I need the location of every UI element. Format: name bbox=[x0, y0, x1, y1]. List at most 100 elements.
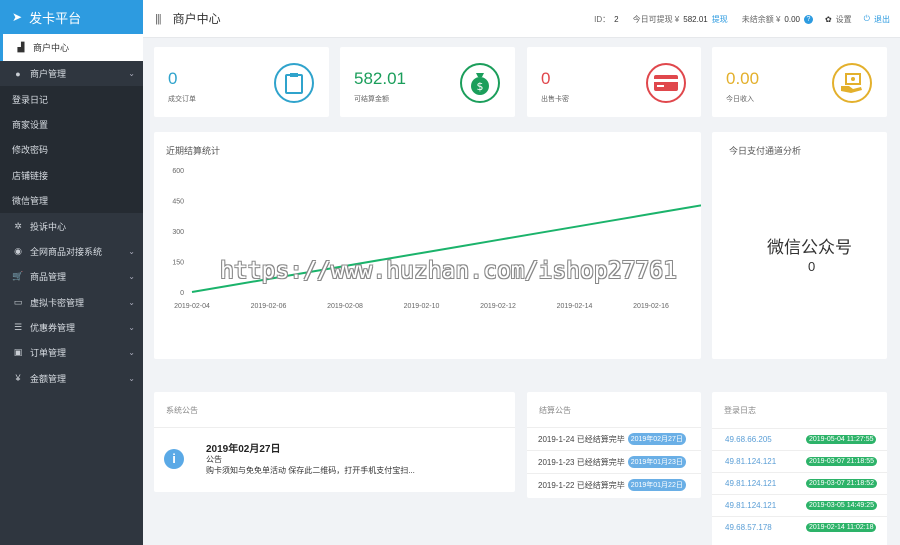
settlement-row[interactable]: 2019-1-23 已经结算完毕 2019年01月23日 bbox=[527, 450, 701, 473]
stat-card-orders: 0 成交订单 bbox=[154, 47, 329, 117]
stat-card-income: 0.00 今日收入 bbox=[712, 47, 887, 117]
sidebar-item[interactable]: 店铺链接 bbox=[0, 162, 143, 188]
x-tick-label: 2019-02-12 bbox=[480, 303, 516, 310]
account-summary: ID： 2 今日可提现 ¥ 582.01 提现 未结余额 ¥ 0.00 ? ✿ … bbox=[594, 0, 890, 38]
login-ip: 49.68.66.205 bbox=[725, 435, 772, 444]
page-title: 商户中心 bbox=[172, 12, 221, 26]
sidebar-item-label: 商户中心 bbox=[33, 43, 70, 53]
sidebar-menu: ▟ 商户中心 ● 商户管理 ⌄ 登录日记商家设置修改密码店铺链接微信管理 ✲ 投诉中心 ◉ 全网商… bbox=[0, 34, 143, 391]
sidebar: ➤ 发卡平台 ▟ 商户中心 ● 商户管理 ⌄ 登录日记商家设置修改密码店铺链接微信管理 ✲ 投… bbox=[0, 0, 143, 545]
stat-card-settle: 582.01 可结算金额 $ bbox=[340, 47, 515, 117]
sidebar-item-label: 优惠券管理 bbox=[30, 323, 76, 334]
sidebar-item[interactable]: ◉ 全网商品对接系统 ⌄ bbox=[0, 239, 143, 264]
sidebar-item[interactable]: ● 商户管理 ⌄ bbox=[0, 61, 143, 86]
date-badge: 2019年01月23日 bbox=[627, 456, 686, 468]
logout-link[interactable]: 退出 bbox=[874, 14, 890, 25]
sidebar-item[interactable]: 微信管理 bbox=[0, 187, 143, 214]
y-tick-label: 300 bbox=[172, 229, 184, 236]
stat-label: 可结算金额 bbox=[354, 96, 389, 103]
settlement-row[interactable]: 2019-1-22 已经结算完毕 2019年01月22日 bbox=[527, 473, 701, 496]
brand[interactable]: ➤ 发卡平台 bbox=[0, 0, 143, 34]
chevron-down-icon: ⌄ bbox=[128, 348, 135, 358]
sidebar-item-label: 商家设置 bbox=[12, 119, 49, 130]
y-tick-label: 450 bbox=[172, 199, 184, 206]
svg-text:$: $ bbox=[477, 80, 484, 93]
sidebar-item[interactable]: ▣ 订单管理 ⌄ bbox=[0, 340, 143, 365]
id-value: 2 bbox=[614, 14, 619, 24]
withdraw-label: 今日可提现 ¥ bbox=[632, 14, 680, 24]
sidebar-item-label: 商品管理 bbox=[30, 272, 67, 283]
sidebar-item[interactable]: 登录日记 bbox=[0, 86, 143, 112]
list-icon: ☰ bbox=[13, 322, 23, 333]
divider bbox=[154, 427, 515, 428]
login-ip: 49.81.124.121 bbox=[725, 479, 777, 488]
sidebar-item-label: 投诉中心 bbox=[30, 221, 67, 232]
notice-sub: 公告 bbox=[206, 455, 222, 464]
unsettled-label: 未结余额 ¥ bbox=[741, 14, 781, 24]
globe-icon: ◉ bbox=[14, 245, 22, 256]
id-label: ID： bbox=[594, 14, 611, 24]
stat-value: 582.01 bbox=[354, 69, 406, 88]
notice-date: 2019年02月27日 bbox=[206, 444, 281, 455]
x-tick-label: 2019-02-16 bbox=[633, 303, 669, 310]
cash-hand-icon bbox=[832, 63, 872, 103]
settlement-text: 2019-1-24 已经结算完毕 bbox=[538, 434, 625, 444]
stat-label: 今日收入 bbox=[726, 96, 754, 103]
sidebar-item[interactable]: 商家设置 bbox=[0, 111, 143, 138]
sidebar-item[interactable]: 修改密码 bbox=[0, 137, 143, 163]
date-badge: 2019年01月22日 bbox=[627, 479, 686, 491]
chevron-down-icon: ⌄ bbox=[128, 373, 135, 383]
settlement-row[interactable]: 2019-1-24 已经结算完毕 2019年02月27日 bbox=[527, 427, 701, 450]
money-bag-icon: $ bbox=[460, 63, 500, 103]
settlement-notice-card: 结算公告 2019-1-24 已经结算完毕 2019年02月27日 2019-1-2… bbox=[527, 392, 701, 498]
sidebar-item[interactable]: ✲ 投诉中心 bbox=[0, 213, 143, 238]
sidebar-item[interactable]: ▟ 商户中心 bbox=[0, 34, 143, 61]
chevron-down-icon: ⌄ bbox=[128, 272, 135, 282]
settlement-text: 2019-1-23 已经结算完毕 bbox=[538, 457, 625, 467]
stat-card-cards: 0 出售卡密 bbox=[527, 47, 701, 117]
login-time-badge: 2019-05-04 11:27:55 bbox=[806, 435, 877, 444]
y-tick-label: 0 bbox=[180, 290, 184, 297]
topbar: ||| 商户中心 ID： 2 今日可提现 ¥ 582.01 提现 未结余额 ¥ … bbox=[143, 0, 900, 38]
chart-area-icon: ▟ bbox=[17, 42, 25, 52]
withdraw-link[interactable]: 提现 bbox=[712, 14, 728, 25]
settings-link[interactable]: 设置 bbox=[836, 14, 852, 25]
settings-icon[interactable]: ✿ bbox=[825, 15, 832, 24]
watermark: https://www.huzhan.com/ishop27761 bbox=[220, 258, 677, 284]
x-tick-label: 2019-02-04 bbox=[174, 303, 210, 310]
sidebar-item[interactable]: ☰ 优惠券管理 ⌄ bbox=[0, 315, 143, 340]
login-time-badge: 2019-03-07 21:18:55 bbox=[806, 457, 877, 466]
clipboard-icon bbox=[274, 63, 314, 103]
settlement-text: 2019-1-22 已经结算完毕 bbox=[538, 480, 625, 490]
menu-toggle-icon[interactable]: ||| bbox=[155, 13, 162, 25]
date-badge: 2019年02月27日 bbox=[627, 433, 686, 445]
paper-plane-icon: ➤ bbox=[12, 10, 23, 24]
sidebar-item-label: 商户管理 bbox=[30, 69, 67, 80]
sidebar-item-label: 全网商品对接系统 bbox=[30, 246, 103, 257]
sidebar-item[interactable]: ¥ 金额管理 ⌄ bbox=[0, 366, 143, 391]
stat-value: 0 bbox=[541, 69, 551, 88]
login-log-card: 登录日志 49.68.66.205 2019-05-04 11:27:55 49.8… bbox=[712, 392, 887, 545]
power-icon[interactable]: ⏻ bbox=[864, 14, 870, 24]
notice-text[interactable]: 购卡须知与免免单活动 保存此二维码，打开手机支付宝扫... bbox=[206, 465, 415, 476]
settlement-title: 结算公告 bbox=[539, 406, 571, 415]
help-icon[interactable]: ? bbox=[803, 14, 813, 24]
withdraw-value: 582.01 bbox=[683, 14, 708, 24]
chevron-down-icon: ⌄ bbox=[128, 323, 135, 333]
sidebar-item[interactable]: ▭ 虚拟卡密管理 ⌄ bbox=[0, 290, 143, 315]
sidebar-item-label: 登录日记 bbox=[12, 94, 49, 105]
sidebar-item-label: 修改密码 bbox=[12, 145, 49, 156]
notice-title: 系统公告 bbox=[166, 406, 198, 415]
info-icon: i bbox=[164, 449, 184, 469]
login-log-row: 49.81.124.121 2019-03-05 14:49:25 bbox=[712, 494, 887, 516]
brand-title: 发卡平台 bbox=[29, 10, 82, 26]
login-ip: 49.81.124.121 bbox=[725, 457, 777, 466]
sidebar-item[interactable]: 🛒 商品管理 ⌄ bbox=[0, 264, 143, 289]
x-tick-label: 2019-02-10 bbox=[404, 303, 440, 310]
sidebar-item-label: 店铺链接 bbox=[12, 170, 49, 181]
payment-channel-card: 今日支付通道分析 微信公众号 0 bbox=[712, 132, 887, 359]
y-tick-label: 150 bbox=[172, 260, 184, 267]
y-tick-label: 600 bbox=[172, 168, 184, 175]
login-log-row: 49.68.66.205 2019-05-04 11:27:55 bbox=[712, 428, 887, 450]
login-ip: 49.81.124.121 bbox=[725, 501, 777, 510]
